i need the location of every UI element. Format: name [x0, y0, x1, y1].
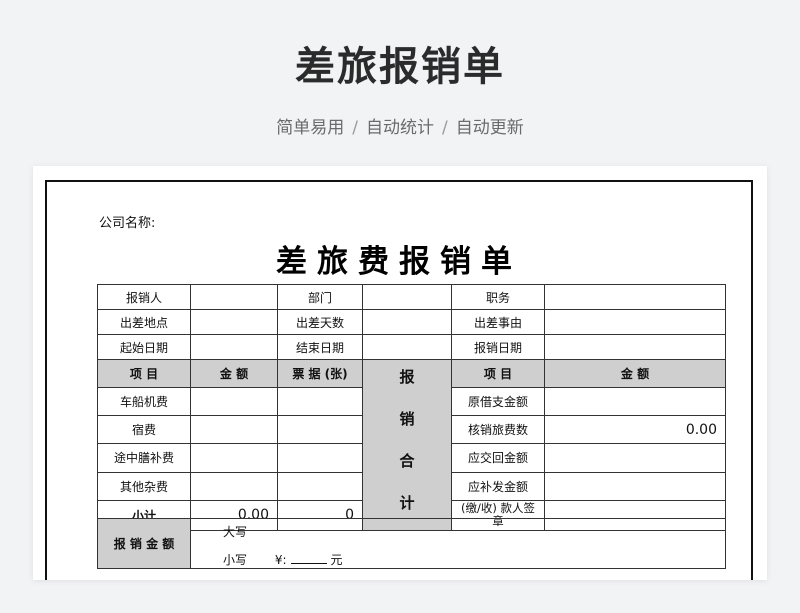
input-applicant[interactable]	[190, 284, 278, 310]
tag-auto-update: 自动更新	[455, 118, 524, 138]
expense-label: 车船机费	[97, 387, 191, 417]
feature-tags: 简单易用 / 自动统计 / 自动更新	[0, 113, 800, 138]
expense-label: 宿费	[97, 415, 191, 445]
separator: /	[352, 118, 358, 138]
input-end-date[interactable]	[362, 334, 452, 360]
input-position[interactable]	[544, 284, 726, 310]
header-amount-left: 金 额	[190, 358, 278, 389]
daxie-label: 大写	[223, 525, 248, 539]
company-name-label: 公司名称:	[99, 216, 156, 231]
header-item-left: 项 目	[97, 358, 191, 389]
amount-in-words: 大写	[223, 523, 247, 540]
settle-value[interactable]	[544, 443, 726, 473]
settle-label: 应补发金额	[451, 471, 545, 501]
header-receipts: 票 据 (张)	[277, 358, 363, 389]
info-row-3: 起始日期 结束日期 报销日期	[97, 334, 726, 360]
claim-summary-label: 报 销 合 计	[362, 359, 452, 531]
form-title: 差旅费报销单	[276, 244, 522, 280]
input-claim-date[interactable]	[544, 334, 726, 360]
settle-value[interactable]	[544, 387, 726, 417]
info-row-2: 出差地点 出差天数 出差事由	[97, 309, 726, 335]
input-days[interactable]	[362, 309, 452, 335]
settle-value[interactable]: 0.00	[544, 415, 726, 445]
expense-label: 其他杂费	[97, 471, 191, 501]
input-reason[interactable]	[544, 309, 726, 335]
expense-label: 途中膳补费	[97, 443, 191, 473]
header-amount-right: 金 额	[544, 358, 726, 389]
amount-blank[interactable]	[290, 563, 327, 564]
separator: /	[442, 118, 448, 138]
label-end-date: 结束日期	[277, 334, 363, 360]
expense-table: 报销人 部门 职务 出差地点 出差天数 出差事由 起始日期 结束日期 报销日期 …	[97, 284, 726, 532]
currency-label: ¥:	[274, 553, 287, 567]
vchar: 报	[399, 368, 415, 386]
section-header-row: 项 目 金 额 票 据 (张) 报 销 合 计 项 目 金 额	[97, 358, 726, 531]
expense-receipts[interactable]	[277, 471, 363, 501]
page-title: 差旅报销单	[295, 44, 505, 90]
reimbursement-sheet: 公司名称: 差旅费报销单 报销人 部门 职务 出差地点 出差天数 出差事由 起始…	[45, 180, 753, 580]
vchar: 合	[399, 452, 415, 470]
expense-amount[interactable]	[190, 443, 278, 473]
vchar: 销	[399, 410, 415, 428]
expense-amount[interactable]	[190, 471, 278, 501]
label-position: 职务	[451, 284, 545, 310]
label-start-date: 起始日期	[97, 334, 191, 360]
settle-label: 核销旅费数	[451, 415, 545, 445]
label-department: 部门	[277, 284, 363, 310]
input-location[interactable]	[190, 309, 278, 335]
label-reason: 出差事由	[451, 309, 545, 335]
xiaoxie-label: 小写	[223, 553, 248, 567]
tag-auto-stat: 自动统计	[366, 118, 434, 138]
header-item-right: 项 目	[451, 358, 545, 389]
expense-receipts[interactable]	[277, 387, 363, 417]
label-location: 出差地点	[97, 309, 191, 335]
total-table: 报 销 金 额 大写 小写 ¥: 元	[97, 518, 726, 569]
amount-in-figures: 小写 ¥: 元	[223, 551, 343, 568]
expense-amount[interactable]	[190, 415, 278, 445]
tag-easy: 简单易用	[276, 118, 345, 138]
info-row-1: 报销人 部门 职务	[97, 284, 726, 310]
form-preview-card: 公司名称: 差旅费报销单 报销人 部门 职务 出差地点 出差天数 出差事由 起始…	[33, 166, 767, 580]
expense-amount[interactable]	[190, 387, 278, 417]
settle-label: 原借支金额	[451, 387, 545, 417]
settle-value[interactable]	[544, 471, 726, 501]
unit-label: 元	[330, 553, 343, 567]
total-amount-label: 报 销 金 额	[97, 518, 191, 569]
expense-receipts[interactable]	[277, 443, 363, 473]
input-department[interactable]	[362, 284, 452, 310]
label-claim-date: 报销日期	[451, 334, 545, 360]
label-applicant: 报销人	[97, 284, 191, 310]
expense-receipts[interactable]	[277, 415, 363, 445]
total-amount-cell[interactable]: 大写 小写 ¥: 元	[190, 518, 726, 569]
label-days: 出差天数	[277, 309, 363, 335]
input-start-date[interactable]	[190, 334, 278, 360]
settle-label: 应交回金额	[451, 443, 545, 473]
